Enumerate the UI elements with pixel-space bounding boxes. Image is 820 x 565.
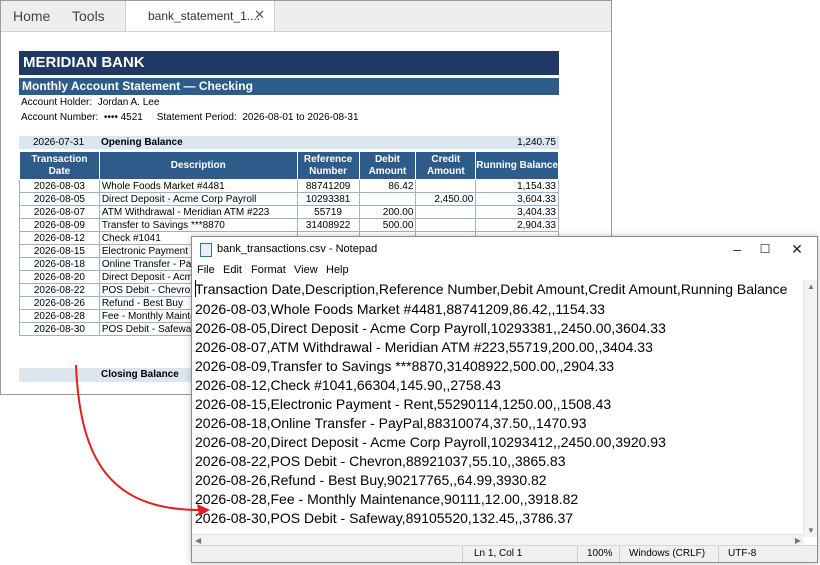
column-header: Credit Amount	[415, 151, 477, 180]
table-cell	[415, 179, 477, 193]
menu-format[interactable]: Format	[251, 264, 286, 276]
bank-name: MERIDIAN BANK	[19, 51, 559, 75]
tools-tab[interactable]: Tools	[72, 8, 105, 24]
text-line: Transaction Date,Description,Reference N…	[195, 281, 788, 297]
table-cell: 2026-08-28	[19, 309, 100, 323]
window-title: bank_transactions.csv - Notepad	[217, 243, 378, 255]
table-cell: 2026-08-18	[19, 257, 100, 271]
notepad-text-area[interactable]: Transaction Date,Description,Reference N…	[193, 280, 805, 548]
table-row: 2026-08-03 Whole Foods Market #4481 887412…	[19, 179, 559, 193]
maximize-icon[interactable]: ☐	[751, 239, 779, 259]
text-line: 2026-08-12,Check #1041,66304,145.90,,275…	[195, 377, 501, 393]
vertical-scrollbar[interactable]: ▲ ▼	[803, 280, 817, 537]
table-cell: 55719	[296, 205, 360, 219]
notepad-icon	[200, 243, 212, 257]
table-cell: Direct Deposit - Acme Corp Payroll	[98, 192, 298, 206]
opening-value: 1,240.75	[517, 137, 556, 148]
table-cell: 3,404.33	[475, 205, 559, 219]
table-cell: 10293381	[296, 192, 360, 206]
table-cell: 2026-08-15	[19, 244, 100, 258]
closing-label: Closing Balance	[101, 369, 179, 380]
cursor-position: Ln 1, Col 1	[474, 548, 523, 559]
opening-date: 2026-07-31	[33, 137, 85, 148]
menu-help[interactable]: Help	[326, 264, 349, 276]
table-cell: 2,904.33	[475, 218, 559, 232]
notepad-titlebar[interactable]: bank_transactions.csv - Notepad – ☐ ✕	[192, 237, 817, 263]
line-ending: Windows (CRLF)	[629, 548, 706, 559]
table-cell	[415, 205, 477, 219]
encoding: UTF-8	[728, 548, 757, 559]
table-cell: Whole Foods Market #4481	[98, 179, 298, 193]
text-caret	[195, 280, 196, 297]
file-tab-label: bank_statement_1....	[148, 9, 261, 23]
text-line: 2026-08-03,Whole Foods Market #4481,8874…	[195, 301, 605, 317]
pdf-tab-bar: Home Tools bank_statement_1.... ✕	[1, 1, 611, 32]
table-cell: 88741209	[296, 179, 360, 193]
menu-view[interactable]: View	[294, 264, 318, 276]
table-cell: 2026-08-30	[19, 322, 100, 336]
zoom-level: 100%	[587, 548, 613, 559]
column-header: Debit Amount	[358, 151, 417, 180]
table-cell: ATM Withdrawal - Meridian ATM #223	[98, 205, 298, 219]
close-tab-icon[interactable]: ✕	[254, 7, 265, 23]
table-cell: 200.00	[358, 205, 417, 219]
table-cell: 2,450.00	[415, 192, 477, 206]
close-icon[interactable]: ✕	[783, 239, 811, 259]
text-line: 2026-08-18,Online Transfer - PayPal,8831…	[195, 415, 587, 431]
table-cell: 2026-08-22	[19, 283, 100, 297]
menu-edit[interactable]: Edit	[223, 264, 242, 276]
column-header: Transaction Date	[19, 151, 100, 180]
scroll-up-icon[interactable]: ▲	[807, 282, 815, 291]
column-header: Reference Number	[296, 151, 360, 180]
table-cell: 500.00	[358, 218, 417, 232]
notepad-window: bank_transactions.csv - Notepad – ☐ ✕ Fi…	[191, 236, 818, 563]
text-line: 2026-08-30,POS Debit - Safeway,89105520,…	[195, 510, 574, 526]
table-cell: 1,154.33	[475, 179, 559, 193]
table-cell: 2026-08-03	[19, 179, 100, 193]
table-cell: 2026-08-12	[19, 231, 100, 245]
status-bar: Ln 1, Col 1 100% Windows (CRLF) UTF-8	[192, 545, 817, 562]
scroll-left-icon[interactable]: ◀	[195, 536, 201, 545]
notepad-menubar: File Edit Format View Help	[192, 263, 817, 280]
table-row: 2026-08-07 ATM Withdrawal - Meridian ATM …	[19, 205, 559, 219]
text-line: 2026-08-09,Transfer to Savings ***8870,3…	[195, 358, 615, 374]
bank-statement: MERIDIAN BANK Monthly Account Statement …	[19, 51, 559, 382]
table-header-row: Transaction Date Description Reference Num…	[19, 151, 559, 180]
text-line: 2026-08-28,Fee - Monthly Maintenance,901…	[195, 491, 579, 507]
text-line: 2026-08-15,Electronic Payment - Rent,552…	[195, 396, 612, 412]
text-line: 2026-08-22,POS Debit - Chevron,88921037,…	[195, 453, 566, 469]
table-cell: 2026-08-07	[19, 205, 100, 219]
table-cell: 2026-08-26	[19, 296, 100, 310]
file-tab[interactable]: bank_statement_1.... ✕	[125, 1, 275, 31]
column-header: Running Balance	[475, 151, 559, 180]
home-tab[interactable]: Home	[13, 8, 50, 24]
text-line: 2026-08-20,Direct Deposit - Acme Corp Pa…	[195, 434, 666, 450]
table-cell: 3,604.33	[475, 192, 559, 206]
column-header: Description	[98, 151, 298, 180]
table-cell: 86.42	[358, 179, 417, 193]
opening-label: Opening Balance	[101, 137, 183, 148]
minimize-icon[interactable]: –	[723, 239, 751, 259]
table-cell	[415, 218, 477, 232]
table-cell: 2026-08-05	[19, 192, 100, 206]
account-holder: Account Holder: Jordan A. Lee	[21, 97, 160, 108]
opening-balance-row: 2026-07-31 Opening Balance 1,240.75	[19, 136, 559, 149]
table-cell	[358, 192, 417, 206]
table-cell: Transfer to Savings ***8870	[98, 218, 298, 232]
table-cell: 2026-08-20	[19, 270, 100, 284]
scroll-right-icon[interactable]: ▶	[795, 536, 801, 545]
table-cell: 2026-08-09	[19, 218, 100, 232]
table-row: 2026-08-05 Direct Deposit - Acme Corp Pay…	[19, 192, 559, 206]
account-number-line: Account Number: •••• 4521 Statement Peri…	[21, 112, 359, 123]
table-cell: 31408922	[296, 218, 360, 232]
scroll-down-icon[interactable]: ▼	[807, 526, 815, 535]
statement-title: Monthly Account Statement — Checking	[19, 78, 559, 95]
menu-file[interactable]: File	[197, 264, 215, 276]
table-row: 2026-08-09 Transfer to Savings ***8870 314…	[19, 218, 559, 232]
text-line: 2026-08-26,Refund - Best Buy,90217765,,6…	[195, 472, 547, 488]
text-line: 2026-08-05,Direct Deposit - Acme Corp Pa…	[195, 320, 666, 336]
text-line: 2026-08-07,ATM Withdrawal - Meridian ATM…	[195, 339, 653, 355]
